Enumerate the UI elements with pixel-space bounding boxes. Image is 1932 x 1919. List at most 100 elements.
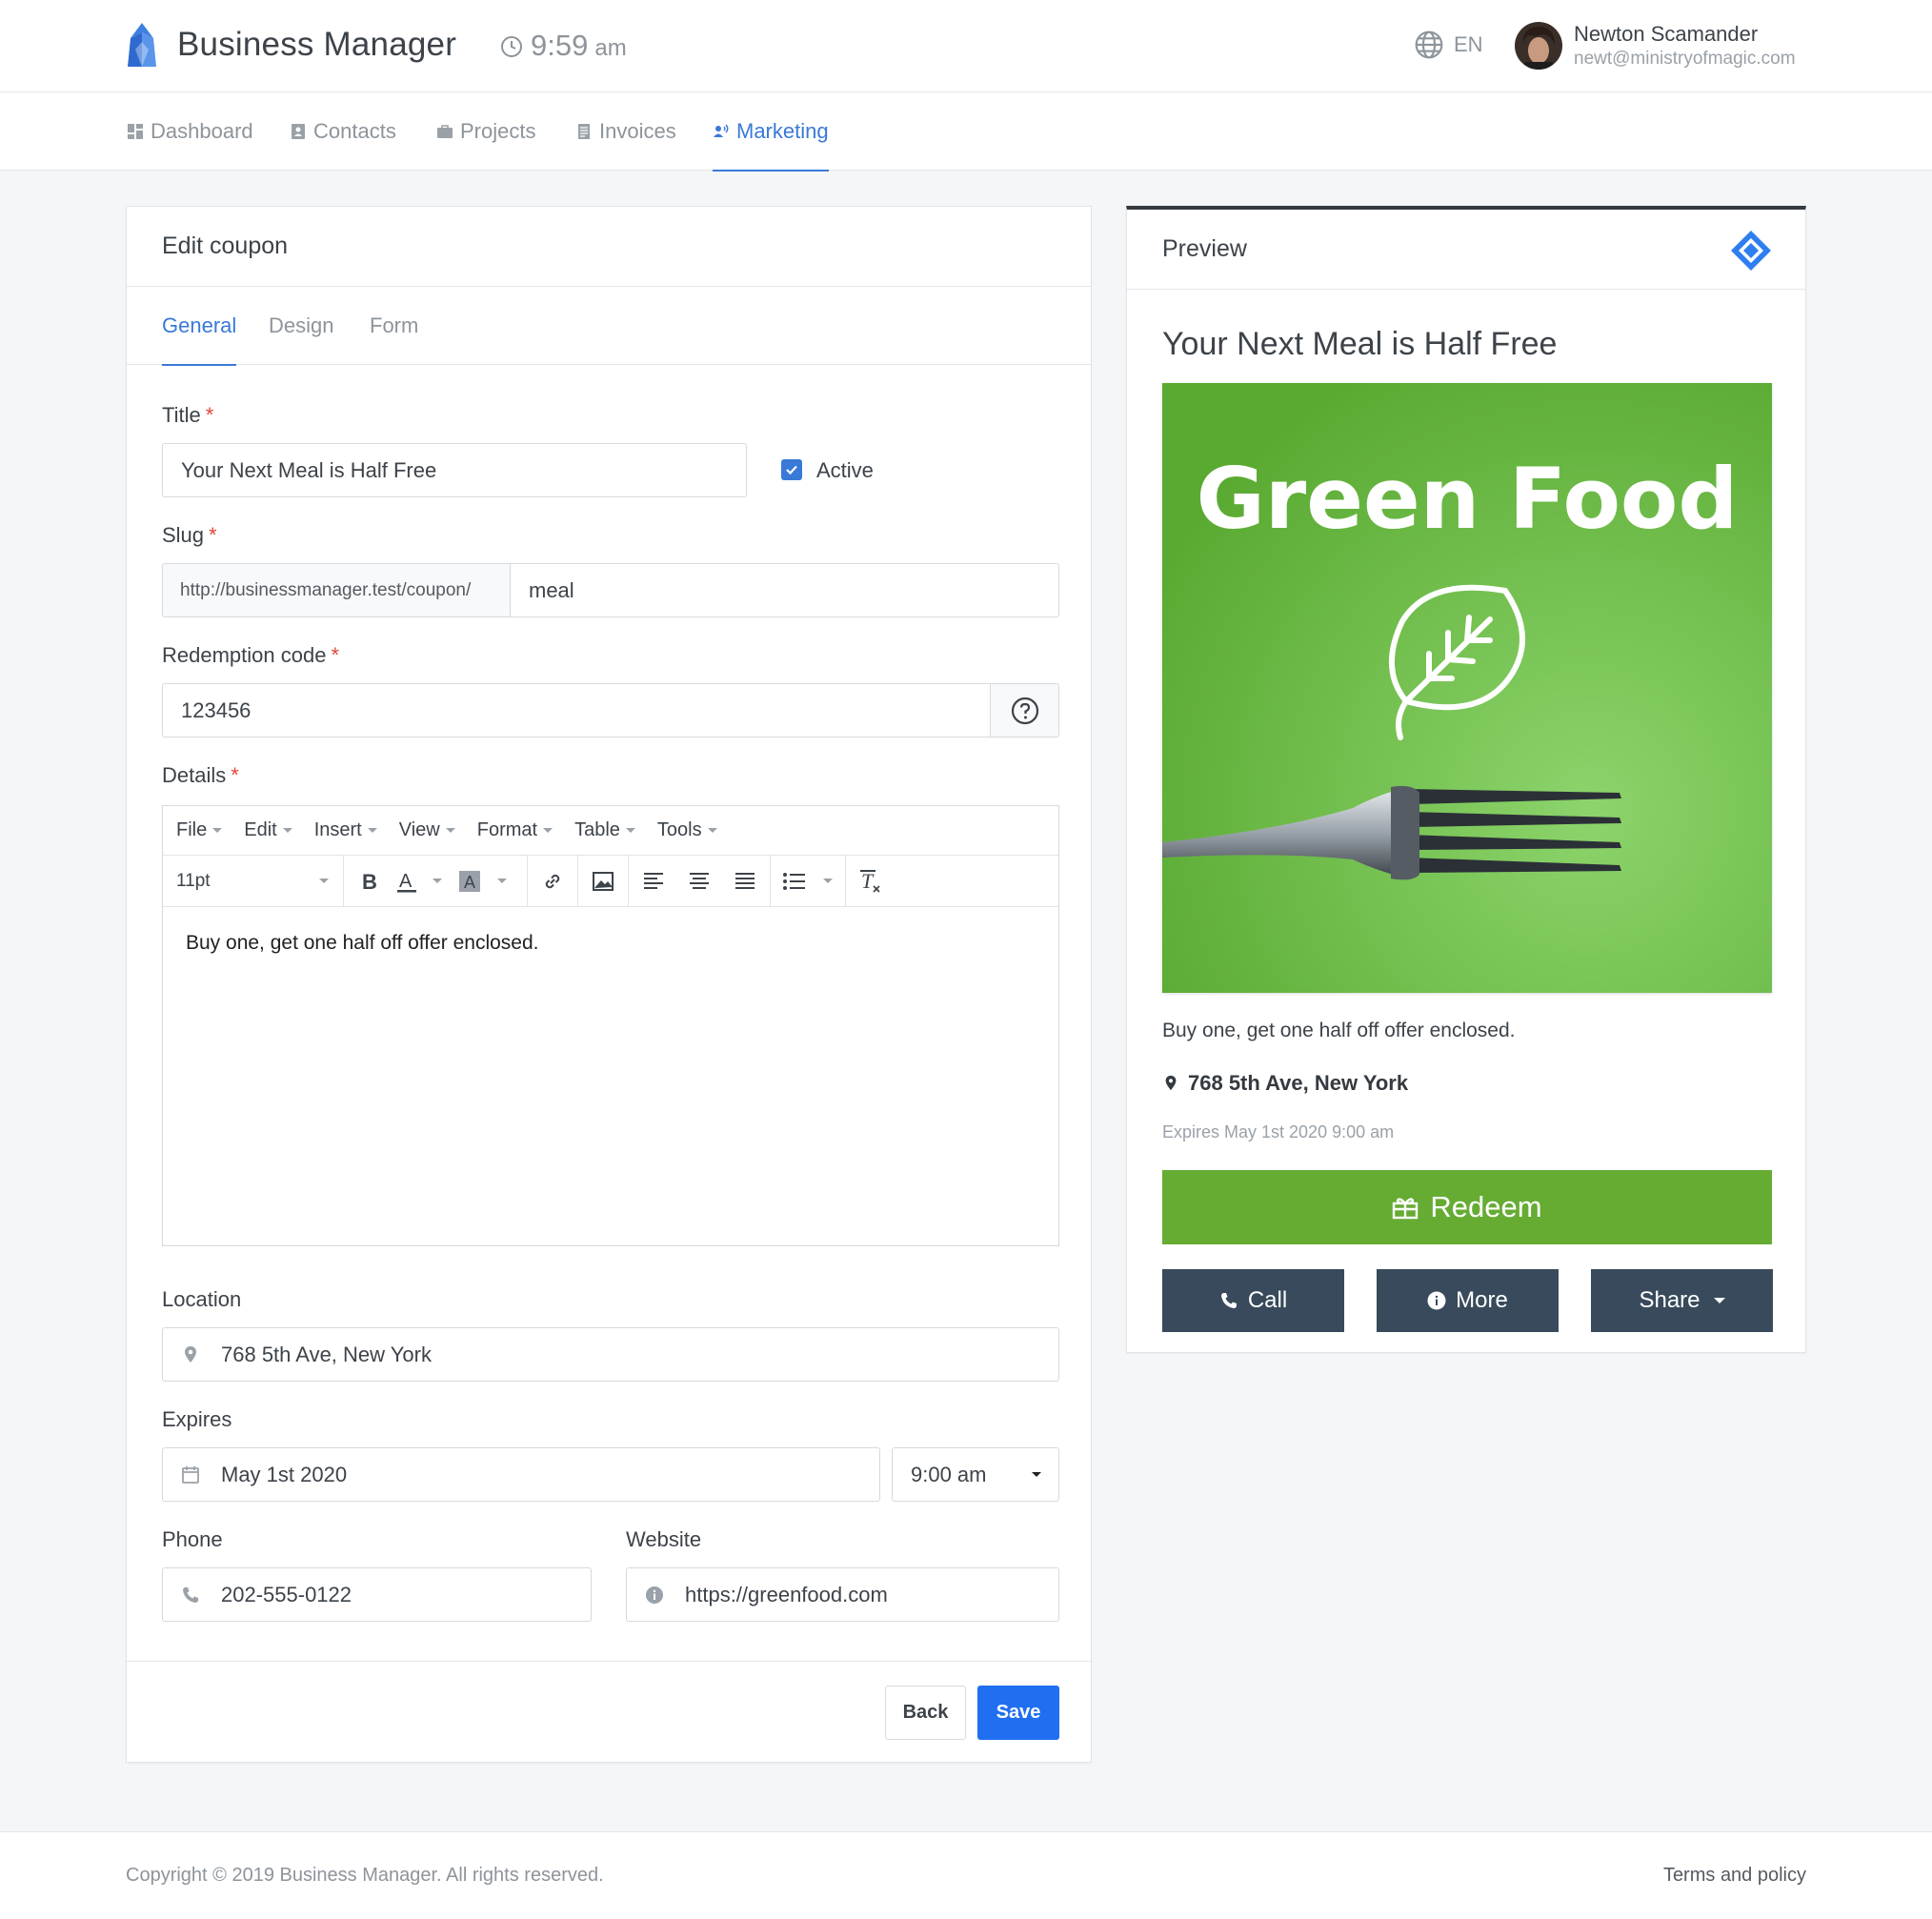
language-switcher[interactable]: EN — [1414, 30, 1483, 60]
highlight-icon: A — [459, 870, 480, 892]
caret-down-icon — [1713, 1298, 1725, 1303]
caret-down-icon — [543, 828, 553, 833]
tab-form[interactable]: Form — [370, 287, 418, 365]
back-button[interactable]: Back — [885, 1686, 966, 1740]
phone-icon — [1220, 1293, 1237, 1308]
globe-icon — [1415, 30, 1443, 59]
preview-header: Preview — [1127, 210, 1805, 290]
caret-down-icon — [212, 828, 223, 833]
editor-content[interactable]: Buy one, get one half off offer enclosed… — [163, 907, 1058, 980]
invoice-icon — [578, 124, 590, 139]
nav-item-label: Projects — [460, 119, 536, 143]
copyright-text: Copyright © 2019 Business Manager. All r… — [126, 1865, 604, 1886]
editor-menu-format[interactable]: Format — [477, 819, 553, 841]
preview-heading: Preview — [1162, 235, 1247, 262]
svg-text:A: A — [399, 871, 413, 892]
background-color-dropdown[interactable] — [491, 856, 513, 906]
nav-item-marketing[interactable]: Marketing — [713, 92, 829, 172]
editor-menu-table[interactable]: Table — [574, 819, 635, 841]
tab-design[interactable]: Design — [269, 287, 333, 365]
active-checkbox[interactable] — [781, 459, 802, 480]
align-center-icon — [690, 872, 709, 889]
dashboard-icon — [128, 124, 143, 139]
editor-menu-tools[interactable]: Tools — [657, 819, 717, 841]
nav-item-label: Invoices — [599, 119, 676, 143]
editor-menu-insert[interactable]: Insert — [314, 819, 377, 841]
caret-down-icon — [445, 828, 455, 833]
app-header: Business Manager 9:59 am EN Newton Scama… — [0, 0, 1932, 92]
link-icon — [545, 874, 560, 888]
text-color-dropdown[interactable] — [426, 856, 449, 906]
language-code: EN — [1454, 32, 1483, 56]
clock-icon — [501, 36, 522, 57]
insert-link-button[interactable] — [528, 856, 577, 906]
insert-image-button[interactable] — [578, 856, 628, 906]
svg-text:T: T — [861, 869, 875, 893]
font-size-value: 11pt — [176, 870, 211, 891]
call-button[interactable]: Call — [1162, 1269, 1344, 1332]
avatar[interactable] — [1515, 22, 1562, 70]
edit-tabs: General Design Form — [127, 287, 1091, 366]
diamond-icon[interactable] — [1729, 229, 1773, 273]
caret-down-icon — [707, 828, 717, 833]
help-button[interactable] — [990, 683, 1059, 737]
info-icon — [646, 1586, 663, 1604]
location-input[interactable]: 768 5th Ave, New York — [162, 1327, 1059, 1382]
align-center-button[interactable] — [677, 856, 721, 906]
card-title: Edit coupon — [127, 207, 1091, 287]
user-name: Newton Scamander — [1574, 22, 1759, 46]
expires-label: Expires — [162, 1407, 232, 1431]
terms-link[interactable]: Terms and policy — [1663, 1865, 1806, 1887]
image-icon — [593, 871, 614, 891]
expires-date-input[interactable]: May 1st 2020 — [162, 1447, 880, 1502]
bullet-list-button[interactable] — [773, 856, 816, 906]
website-input[interactable]: https://greenfood.com — [626, 1567, 1059, 1622]
editor-menu-view[interactable]: View — [399, 819, 455, 841]
phone-input[interactable]: 202-555-0122 — [162, 1567, 592, 1622]
title-input[interactable]: Your Next Meal is Half Free — [162, 443, 747, 497]
tab-general[interactable]: General — [162, 287, 237, 366]
align-justify-button[interactable] — [723, 856, 767, 906]
map-marker-icon — [185, 1345, 196, 1363]
redemption-code-input[interactable]: 123456 — [162, 683, 991, 737]
nav-item-dashboard[interactable]: Dashboard — [127, 92, 253, 171]
editor-menu-file[interactable]: File — [176, 819, 223, 841]
caret-down-icon — [433, 879, 442, 883]
rich-text-editor: File Edit Insert View Format Table Tools… — [162, 805, 1059, 1246]
redemption-code-label: Redemption code * — [162, 643, 340, 667]
app-name: Business Manager — [177, 26, 457, 63]
gift-icon — [1393, 1198, 1419, 1220]
editor-menu-edit[interactable]: Edit — [244, 819, 292, 841]
redeem-button[interactable]: Redeem — [1162, 1170, 1772, 1244]
edit-coupon-card: Edit coupon General Design Form Title * Y… — [126, 206, 1092, 1763]
current-ampm: am — [594, 35, 627, 61]
current-time: 9:59 — [531, 29, 589, 62]
caret-down-icon — [625, 828, 635, 833]
background-color-button[interactable]: A — [449, 856, 491, 906]
nav-item-contacts[interactable]: Contacts — [290, 92, 396, 171]
more-button[interactable]: More — [1377, 1269, 1559, 1332]
page-footer: Copyright © 2019 Business Manager. All r… — [0, 1831, 1932, 1919]
align-left-button[interactable] — [632, 856, 675, 906]
svg-text:B: B — [362, 871, 377, 892]
bullet-list-dropdown[interactable] — [816, 856, 839, 906]
card-footer: Back Save — [127, 1661, 1091, 1762]
text-color-button[interactable]: A — [388, 856, 426, 906]
share-button[interactable]: Share — [1591, 1269, 1773, 1332]
expires-time-select[interactable]: 9:00 am — [892, 1447, 1059, 1502]
active-label: Active — [816, 458, 874, 482]
slug-input[interactable]: meal — [510, 563, 1059, 617]
text-color-icon: A — [397, 871, 416, 892]
align-left-icon — [644, 872, 663, 889]
clear-formatting-icon: T — [860, 869, 880, 893]
caret-down-icon — [319, 879, 329, 883]
save-button[interactable]: Save — [977, 1686, 1059, 1740]
brand[interactable]: Business Manager — [126, 21, 456, 69]
clear-formatting-button[interactable]: T — [849, 856, 893, 906]
phone-label: Phone — [162, 1527, 223, 1551]
font-size-select[interactable]: 11pt — [176, 856, 329, 906]
user-menu[interactable]: Newton Scamander newt@ministryofmagic.co… — [1515, 21, 1796, 71]
bold-button[interactable]: B — [350, 856, 388, 906]
nav-item-invoices[interactable]: Invoices — [575, 92, 676, 171]
nav-item-projects[interactable]: Projects — [436, 92, 535, 171]
